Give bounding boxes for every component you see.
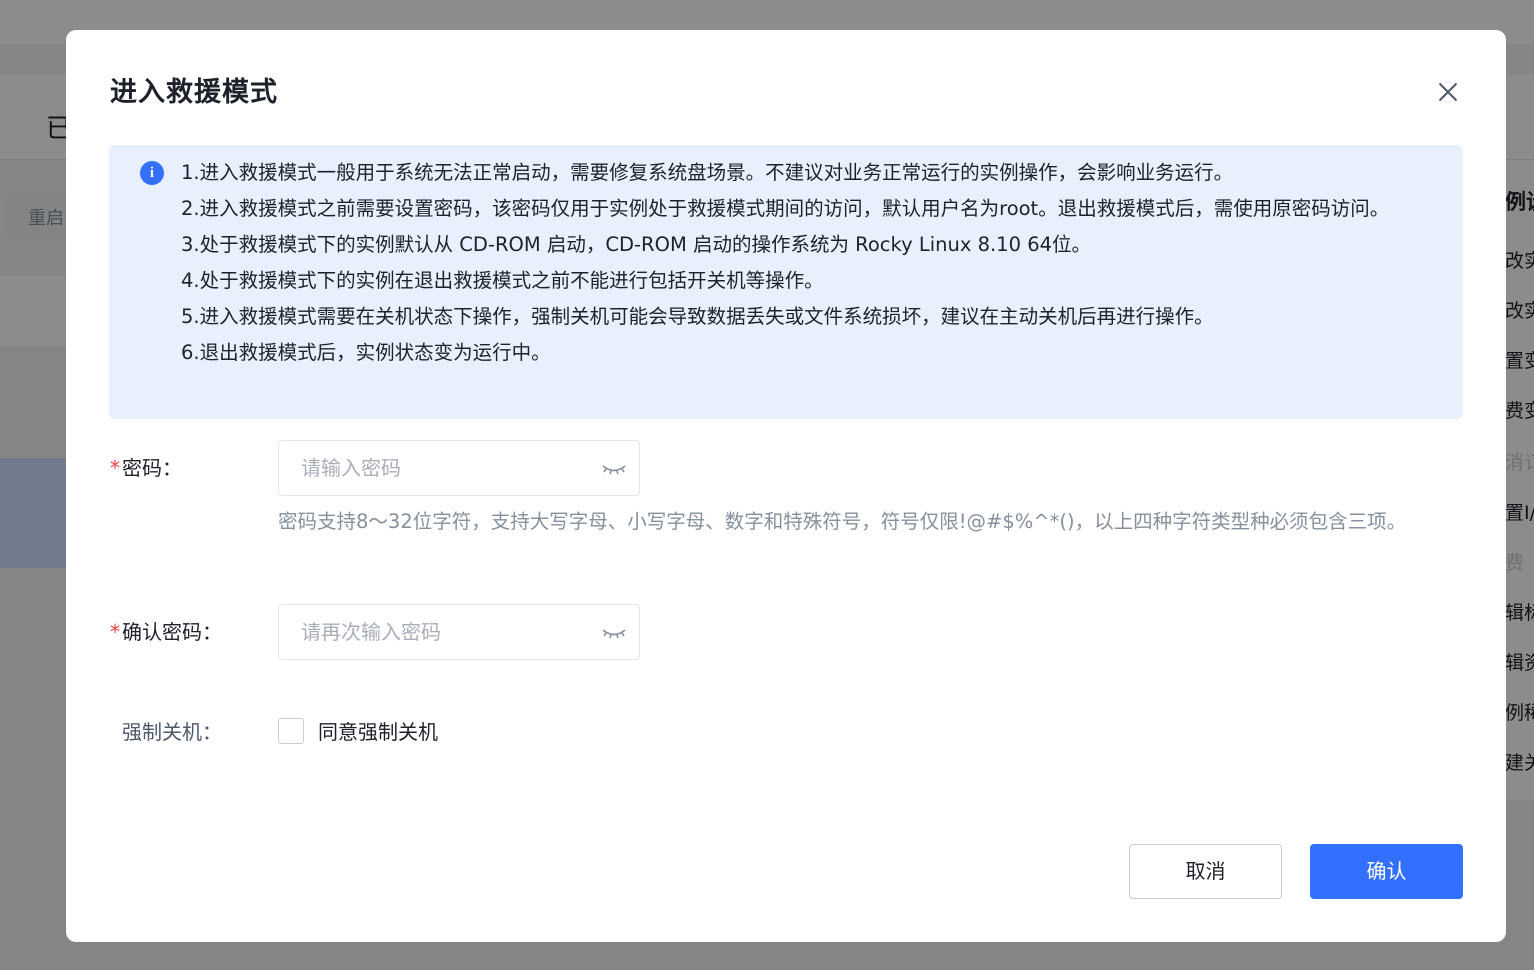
eye-closed-icon[interactable] xyxy=(601,459,627,479)
password-input[interactable] xyxy=(279,441,589,495)
force-shutdown-checkbox[interactable] xyxy=(278,718,304,744)
notice-item: 2.进入救援模式之前需要设置密码，该密码仅用于实例处于救援模式期间的访问，默认用… xyxy=(181,197,1390,220)
notice-item: 3.处于救援模式下的实例默认从 CD-ROM 启动，CD-ROM 启动的操作系统… xyxy=(181,233,1092,256)
confirm-password-label-text: 确认密码： xyxy=(122,620,222,644)
dialog-title: 进入救援模式 xyxy=(110,77,278,108)
cancel-button[interactable]: 取消 xyxy=(1129,844,1282,899)
confirm-password-field xyxy=(278,604,640,660)
notice-list: 1.进入救援模式一般用于系统无法正常启动，需要修复系统盘场景。不建议对业务正常运… xyxy=(181,155,1441,371)
notice-item: 1.进入救援模式一般用于系统无法正常启动，需要修复系统盘场景。不建议对业务正常运… xyxy=(181,161,1234,184)
eye-closed-icon[interactable] xyxy=(601,623,627,643)
confirm-password-input[interactable] xyxy=(279,605,589,659)
notice-item: 6.退出救援模式后，实例状态变为运行中。 xyxy=(181,341,551,364)
notice-item: 4.处于救援模式下的实例在退出救援模式之前不能进行包括开关机等操作。 xyxy=(181,269,824,292)
password-hint: 密码支持8～32位字符，支持大写字母、小写字母、数字和特殊符号，符号仅限!@#$… xyxy=(278,510,1407,533)
rescue-mode-dialog: 进入救援模式 i 1.进入救援模式一般用于系统无法正常启动，需要修复系统盘场景。… xyxy=(66,30,1506,942)
required-mark: * xyxy=(110,620,120,644)
confirm-password-label: * 确认密码： xyxy=(110,616,222,645)
required-mark: * xyxy=(110,456,120,480)
password-label: * 密码： xyxy=(110,452,182,481)
info-icon: i xyxy=(140,161,164,185)
password-label-text: 密码： xyxy=(122,456,182,480)
info-notice: i 1.进入救援模式一般用于系统无法正常启动，需要修复系统盘场景。不建议对业务正… xyxy=(109,145,1463,419)
password-field xyxy=(278,440,640,496)
notice-item: 5.进入救援模式需要在关机状态下操作，强制关机可能会导致数据丢失或文件系统损坏，… xyxy=(181,305,1214,328)
force-shutdown-checkbox-label[interactable]: 同意强制关机 xyxy=(318,716,438,745)
force-shutdown-label: 强制关机： xyxy=(122,720,222,744)
confirm-button[interactable]: 确认 xyxy=(1310,844,1463,899)
close-icon[interactable] xyxy=(1432,76,1464,108)
